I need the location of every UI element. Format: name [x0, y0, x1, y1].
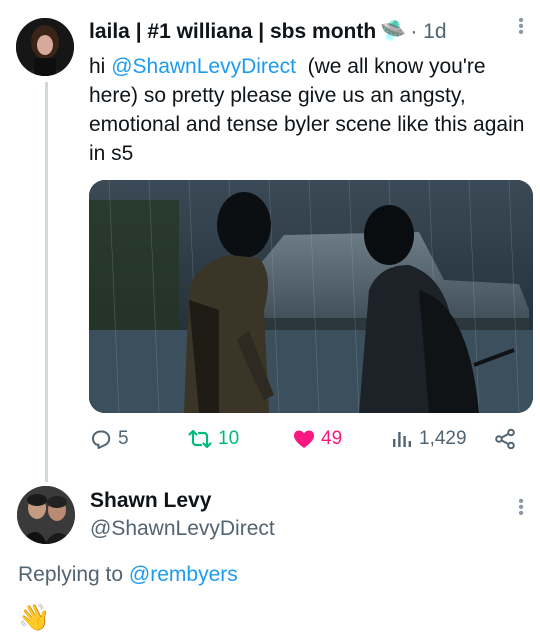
- reply-button[interactable]: 5: [89, 424, 129, 454]
- retweet-icon: [187, 427, 213, 451]
- heart-icon: [292, 427, 316, 451]
- view-count: 1,429: [419, 428, 467, 449]
- separator-dot: ·: [410, 20, 418, 43]
- replying-prefix: Replying to: [18, 563, 129, 586]
- display-name[interactable]: laila | #1 williana | sbs month: [89, 20, 376, 44]
- reply-author-name[interactable]: Shawn Levy: [90, 489, 211, 513]
- share-button[interactable]: [493, 424, 517, 454]
- reply-author-handle[interactable]: @ShawnLevyDirect: [90, 517, 275, 541]
- reply-count: 5: [118, 428, 129, 449]
- tweet-text: hi @ShawnLevyDirect (we all know you're …: [89, 52, 529, 168]
- analytics-icon: [390, 427, 414, 451]
- replying-mention-link[interactable]: @rembyers: [129, 563, 238, 586]
- avatar-shawn-levy[interactable]: [17, 486, 75, 544]
- more-vertical-icon[interactable]: • • •: [516, 13, 526, 41]
- tweet-header: laila | #1 williana | sbs month 🛸 · 1d: [89, 20, 520, 44]
- retweet-button[interactable]: 10: [187, 424, 239, 454]
- timestamp[interactable]: · 1d: [410, 20, 446, 44]
- views-button[interactable]: 1,429: [390, 424, 467, 454]
- tweet-media-image[interactable]: [89, 180, 533, 413]
- retweet-count: 10: [218, 428, 240, 449]
- ufo-emoji: 🛸: [380, 20, 407, 43]
- replying-to: Replying to @rembyers: [18, 563, 238, 587]
- wave-emoji: 👋: [18, 602, 51, 632]
- tweet-actions: 5 10 49 1,429: [89, 424, 529, 454]
- avatar-laila[interactable]: [16, 18, 74, 76]
- like-button[interactable]: 49: [292, 424, 342, 454]
- reply-icon: [89, 427, 113, 451]
- like-count: 49: [321, 428, 343, 449]
- thread-connector-line: [45, 82, 48, 482]
- mention-link[interactable]: @ShawnLevyDirect: [111, 55, 296, 78]
- tweet-text-prefix: hi: [89, 55, 112, 78]
- more-vertical-icon[interactable]: • • •: [516, 494, 526, 522]
- time-text: 1d: [423, 20, 447, 43]
- share-icon: [493, 427, 517, 451]
